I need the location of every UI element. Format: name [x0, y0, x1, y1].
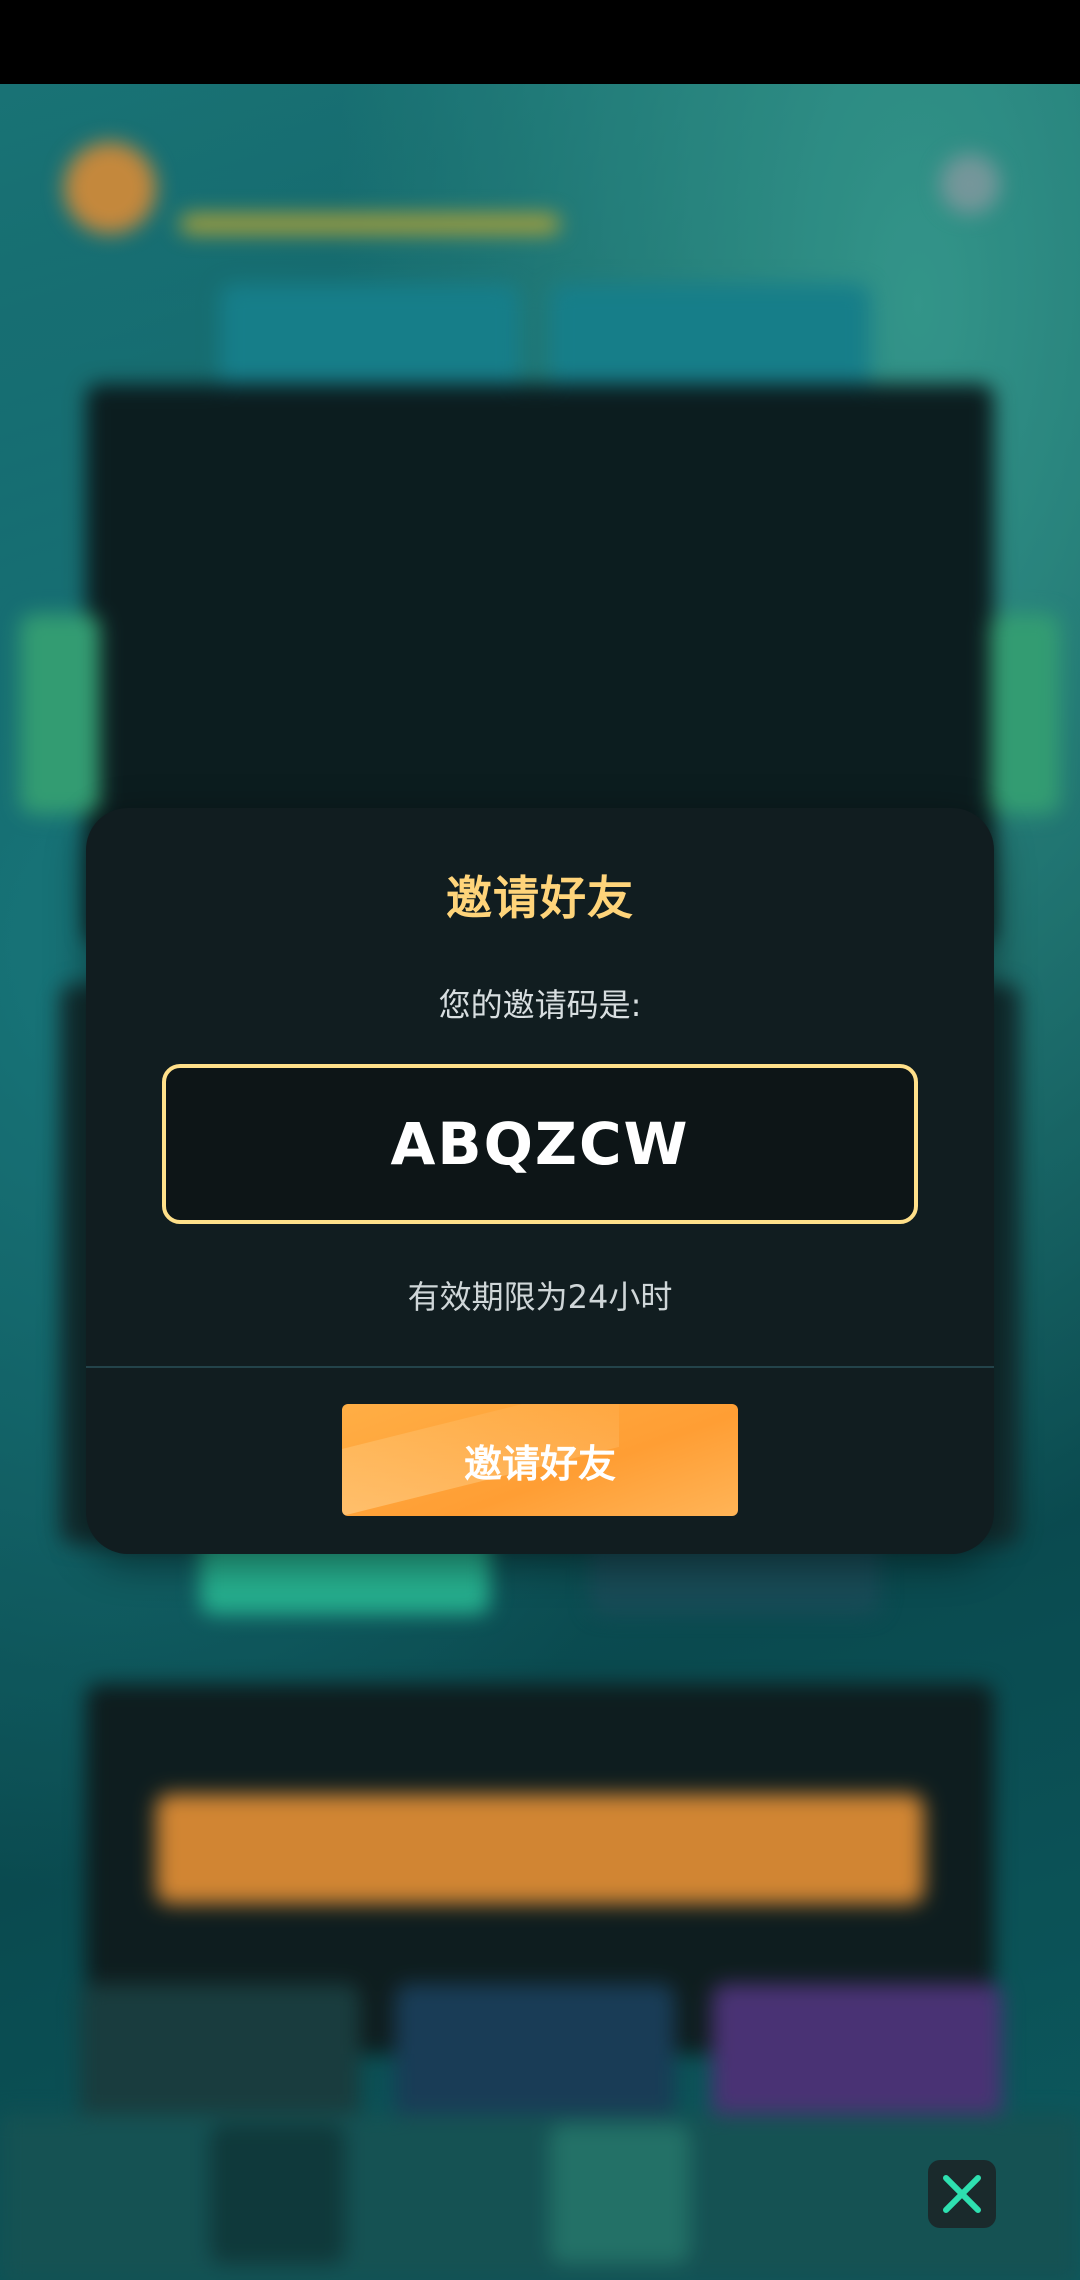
invite-code-box[interactable]: ABQZCW [162, 1064, 918, 1224]
validity-note: 有效期限为24小时 [407, 1278, 673, 1316]
dialog-divider [86, 1366, 994, 1368]
invite-code-value: ABQZCW [390, 1110, 690, 1178]
invite-code-prompt: 您的邀请码是: [438, 986, 642, 1024]
dialog-title: 邀请好友 [446, 871, 634, 925]
close-icon [943, 2175, 981, 2213]
invite-friend-button[interactable]: 邀请好友 [342, 1404, 738, 1516]
status-bar [0, 0, 1080, 84]
invite-friend-button-label: 邀请好友 [463, 1441, 616, 1486]
close-button[interactable] [928, 2160, 996, 2228]
